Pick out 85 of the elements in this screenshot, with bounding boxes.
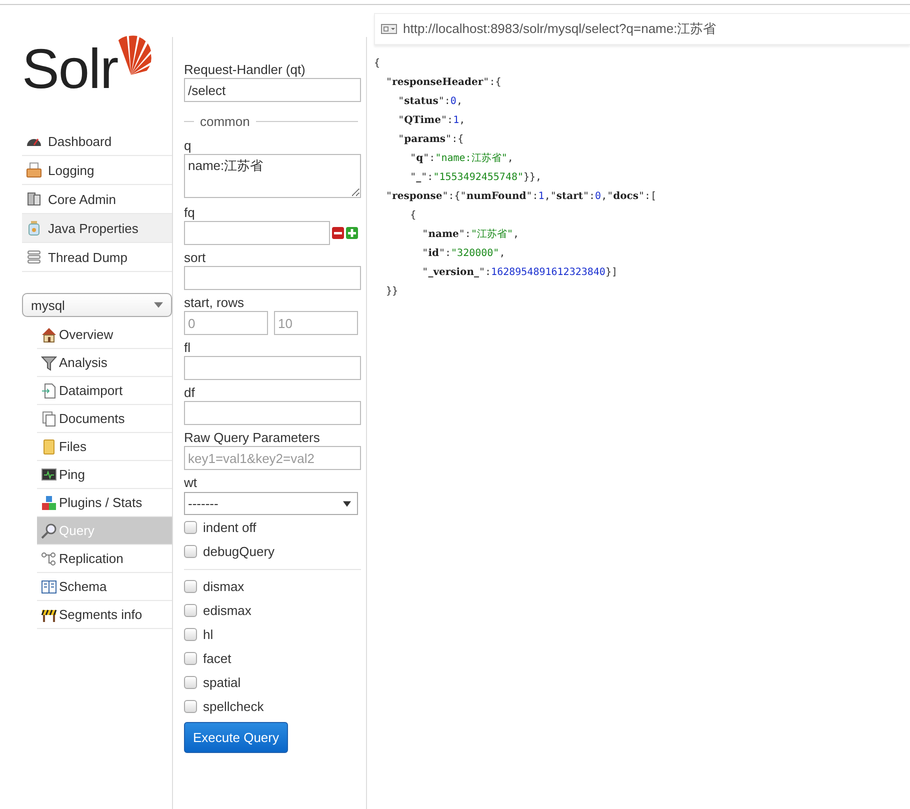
caret-icon	[154, 302, 163, 308]
caret-icon	[343, 500, 351, 506]
json-line: }}	[385, 285, 400, 299]
nodes-icon	[41, 550, 57, 566]
menu-item[interactable]: Overview	[37, 321, 172, 349]
monitor-icon	[41, 466, 57, 482]
menu-item[interactable]: Files	[37, 433, 172, 461]
checkbox-label: facet	[203, 650, 232, 666]
minus-icon[interactable]	[332, 227, 344, 239]
jar-icon	[26, 220, 42, 236]
menu-item[interactable]: Replication	[37, 545, 172, 573]
checkbox-label: spellcheck	[203, 698, 264, 714]
json-line: "QTime":1,	[397, 114, 466, 128]
funnel-icon	[41, 354, 57, 370]
field-label: fq	[184, 204, 196, 221]
house-icon	[41, 326, 57, 342]
menu-item[interactable]: Ping	[37, 461, 172, 489]
wt-dropdown[interactable]: -------	[184, 492, 358, 515]
checkbox-label: indent off	[203, 520, 256, 534]
menu-item[interactable]: Schema	[37, 573, 172, 601]
menu-item[interactable]: Analysis	[37, 349, 172, 377]
input-field[interactable]: /select	[184, 78, 361, 102]
checkbox[interactable]	[184, 676, 197, 688]
checkbox-label: debugQuery	[203, 544, 275, 558]
core-selector[interactable]: mysql	[22, 293, 172, 317]
field-label: Raw Query Parameters	[184, 429, 321, 446]
input-field[interactable]	[184, 401, 361, 425]
json-line: {	[409, 209, 418, 223]
nav-item[interactable]: Thread Dump	[22, 243, 172, 272]
checkbox[interactable]	[184, 604, 197, 616]
book-icon	[41, 578, 57, 594]
checkbox[interactable]	[184, 580, 197, 592]
nav-item[interactable]: Java Properties	[22, 214, 172, 243]
input-field[interactable]: key1=val1&key2=val2	[184, 446, 361, 470]
json-line: "params":{	[397, 133, 465, 147]
stack-icon	[26, 249, 42, 265]
checkbox-label: dismax	[203, 578, 244, 594]
checkbox-label: edismax	[203, 602, 252, 618]
input-field[interactable]	[184, 356, 361, 380]
field-label: df	[184, 384, 196, 401]
input-field[interactable]: 0	[184, 311, 268, 335]
blocks-icon	[41, 494, 57, 510]
menu-item[interactable]: Dataimport	[37, 377, 172, 405]
checkbox[interactable]	[184, 628, 197, 640]
json-line: "response":{"numFound":1,"start":0,"docs":[	[385, 190, 658, 204]
checkbox-label: hl	[203, 626, 214, 642]
json-line: {	[374, 57, 382, 71]
field-label: q	[184, 137, 192, 154]
nav-item[interactable]: Dashboard	[22, 127, 172, 156]
nav-item[interactable]: Logging	[22, 156, 172, 185]
json-line: "status":0,	[397, 95, 464, 109]
input-field[interactable]	[184, 266, 361, 290]
json-line: "_version_":1628954891612323840}]	[421, 266, 618, 280]
query-url-link[interactable]: http://localhost:8983/solr/mysql/select?q=name:江苏省	[403, 20, 716, 38]
logo-text: Solr	[22, 37, 118, 101]
input-field[interactable]	[184, 221, 330, 245]
url-icon	[381, 24, 397, 34]
search-icon	[41, 522, 57, 538]
tray-icon	[26, 162, 42, 178]
menu-item[interactable]: Segments info	[37, 601, 172, 629]
server-icon	[26, 191, 42, 207]
documents-icon	[41, 410, 57, 426]
section-label: common	[200, 114, 250, 129]
checkbox[interactable]	[184, 520, 197, 534]
field-label: Request-Handler (qt)	[184, 61, 306, 78]
json-line: "id":"320000",	[421, 247, 506, 261]
json-line: "responseHeader":{	[385, 76, 502, 90]
document-icon	[41, 382, 57, 398]
field-label: start, rows	[184, 294, 245, 311]
menu-item[interactable]: Documents	[37, 405, 172, 433]
input-field[interactable]: 10	[274, 311, 358, 335]
field-label: sort	[184, 249, 207, 266]
field-label: fl	[184, 339, 192, 356]
checkbox-label: spatial	[203, 674, 241, 690]
checkbox[interactable]	[184, 700, 197, 712]
json-line: "q":"name:江苏省",	[409, 152, 514, 166]
query-textarea[interactable]: name:江苏省	[184, 154, 361, 198]
plus-icon[interactable]	[346, 227, 358, 239]
checkbox[interactable]	[184, 652, 197, 664]
execute-query-button[interactable]: Execute Query	[184, 722, 288, 753]
folder-icon	[41, 438, 57, 454]
json-line: "_":"1553492455748"}},	[409, 171, 543, 185]
json-line: "name":"江苏省",	[421, 228, 520, 242]
checkbox[interactable]	[184, 544, 197, 558]
field-label: wt	[184, 474, 198, 491]
